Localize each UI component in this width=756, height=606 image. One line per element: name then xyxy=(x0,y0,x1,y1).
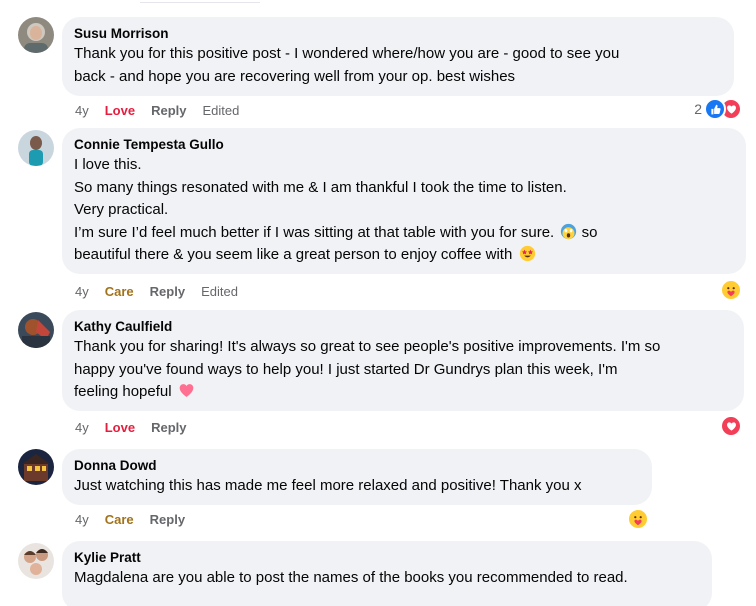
comment-text-segment: Thank you for sharing! It's always so gr… xyxy=(74,338,661,400)
reaction-button[interactable]: Care xyxy=(105,284,134,300)
comment-item: Kathy Caulfield Thank you for sharing! I… xyxy=(18,310,748,446)
comment-text-line: I’m sure I’d feel much better if I was s… xyxy=(74,222,734,245)
previous-content-edge xyxy=(140,0,260,3)
comment-text-line: So many things resonated with me & I am … xyxy=(74,178,567,196)
comment-age[interactable]: 4y xyxy=(75,284,89,300)
love-icon xyxy=(720,415,742,437)
comment-item: Connie Tempesta Gullo I love this. So ma… xyxy=(18,128,748,304)
comment-author[interactable]: Connie Tempesta Gullo xyxy=(74,136,734,154)
reaction-badge[interactable] xyxy=(720,279,742,301)
avatar-kathy-icon xyxy=(18,312,54,348)
avatar-woman-teal-icon xyxy=(18,130,54,166)
avatar[interactable] xyxy=(18,543,54,579)
reaction-badge[interactable] xyxy=(720,415,742,437)
comment-text-segment: so xyxy=(581,223,598,241)
comment-author[interactable]: Donna Dowd xyxy=(74,457,640,475)
comment-text-line: beautiful there & you seem like a great … xyxy=(74,244,734,267)
comment-text-segment: I’m sure I’d feel much better if I was s… xyxy=(74,223,555,241)
comment-text: Thank you for this positive post - I won… xyxy=(74,45,620,85)
comment-actions: 4y Care Reply xyxy=(75,512,201,528)
comment-author[interactable]: Kylie Pratt xyxy=(74,549,700,567)
avatar-grey-hair-woman-icon xyxy=(18,17,54,53)
avatar[interactable] xyxy=(18,449,54,485)
comment-item: Donna Dowd Just watching this has made m… xyxy=(18,449,748,534)
reaction-button[interactable]: Love xyxy=(105,420,135,436)
like-icon xyxy=(704,98,726,120)
comment-actions: 4y Care Reply Edited xyxy=(75,284,254,300)
comment-age[interactable]: 4y xyxy=(75,420,89,436)
comment-author[interactable]: Susu Morrison xyxy=(74,25,722,43)
reaction-count: 2 xyxy=(694,101,702,117)
comment-text-line: Very practical. xyxy=(74,201,169,218)
comment-bubble: Kathy Caulfield Thank you for sharing! I… xyxy=(62,310,744,411)
avatar[interactable] xyxy=(18,17,54,53)
comments-thread: Susu Morrison Thank you for this positiv… xyxy=(0,0,756,606)
comment-actions: 4y Love Reply Edited xyxy=(75,103,255,119)
avatar-donna-icon xyxy=(18,449,54,485)
reply-button[interactable]: Reply xyxy=(151,103,186,119)
avatar-kylie-family-icon xyxy=(18,543,54,579)
reply-button[interactable]: Reply xyxy=(150,512,185,528)
comment-bubble: Connie Tempesta Gullo I love this. So ma… xyxy=(62,128,746,274)
comment-text: Magdalena are you able to post the names… xyxy=(74,569,628,586)
reaction-button[interactable]: Care xyxy=(105,512,134,528)
edited-label[interactable]: Edited xyxy=(202,103,239,119)
reaction-badge[interactable] xyxy=(627,508,649,530)
comment-text: Thank you for sharing! It's always so gr… xyxy=(74,336,732,404)
avatar[interactable] xyxy=(18,130,54,166)
reaction-badge[interactable]: 2 xyxy=(694,98,742,120)
comment-author[interactable]: Kathy Caulfield xyxy=(74,318,732,336)
comment-item: Susu Morrison Thank you for this positiv… xyxy=(18,17,748,127)
comment-text-segment: beautiful there & you seem like a great … xyxy=(74,246,513,263)
star-struck-emoji-icon xyxy=(519,245,536,262)
edited-label[interactable]: Edited xyxy=(201,284,238,300)
avatar[interactable] xyxy=(18,312,54,348)
comment-actions: 4y Love Reply xyxy=(75,420,202,436)
care-icon xyxy=(627,508,649,530)
comment-bubble: Susu Morrison Thank you for this positiv… xyxy=(62,17,734,96)
comment-age[interactable]: 4y xyxy=(75,512,89,528)
care-icon xyxy=(720,279,742,301)
pink-heart-emoji-icon xyxy=(178,382,195,399)
comment-age[interactable]: 4y xyxy=(75,103,89,119)
reply-button[interactable]: Reply xyxy=(151,420,186,436)
comment-bubble: Kylie Pratt Magdalena are you able to po… xyxy=(62,541,712,606)
comment-text: Just watching this has made me feel more… xyxy=(74,477,582,494)
comment-item: Kylie Pratt Magdalena are you able to po… xyxy=(18,541,748,606)
face-screaming-in-fear-emoji-icon xyxy=(560,223,577,240)
comment-bubble: Donna Dowd Just watching this has made m… xyxy=(62,449,652,505)
comment-text-line: I love this. xyxy=(74,156,142,173)
reaction-button[interactable]: Love xyxy=(105,103,135,119)
reply-button[interactable]: Reply xyxy=(150,284,185,300)
